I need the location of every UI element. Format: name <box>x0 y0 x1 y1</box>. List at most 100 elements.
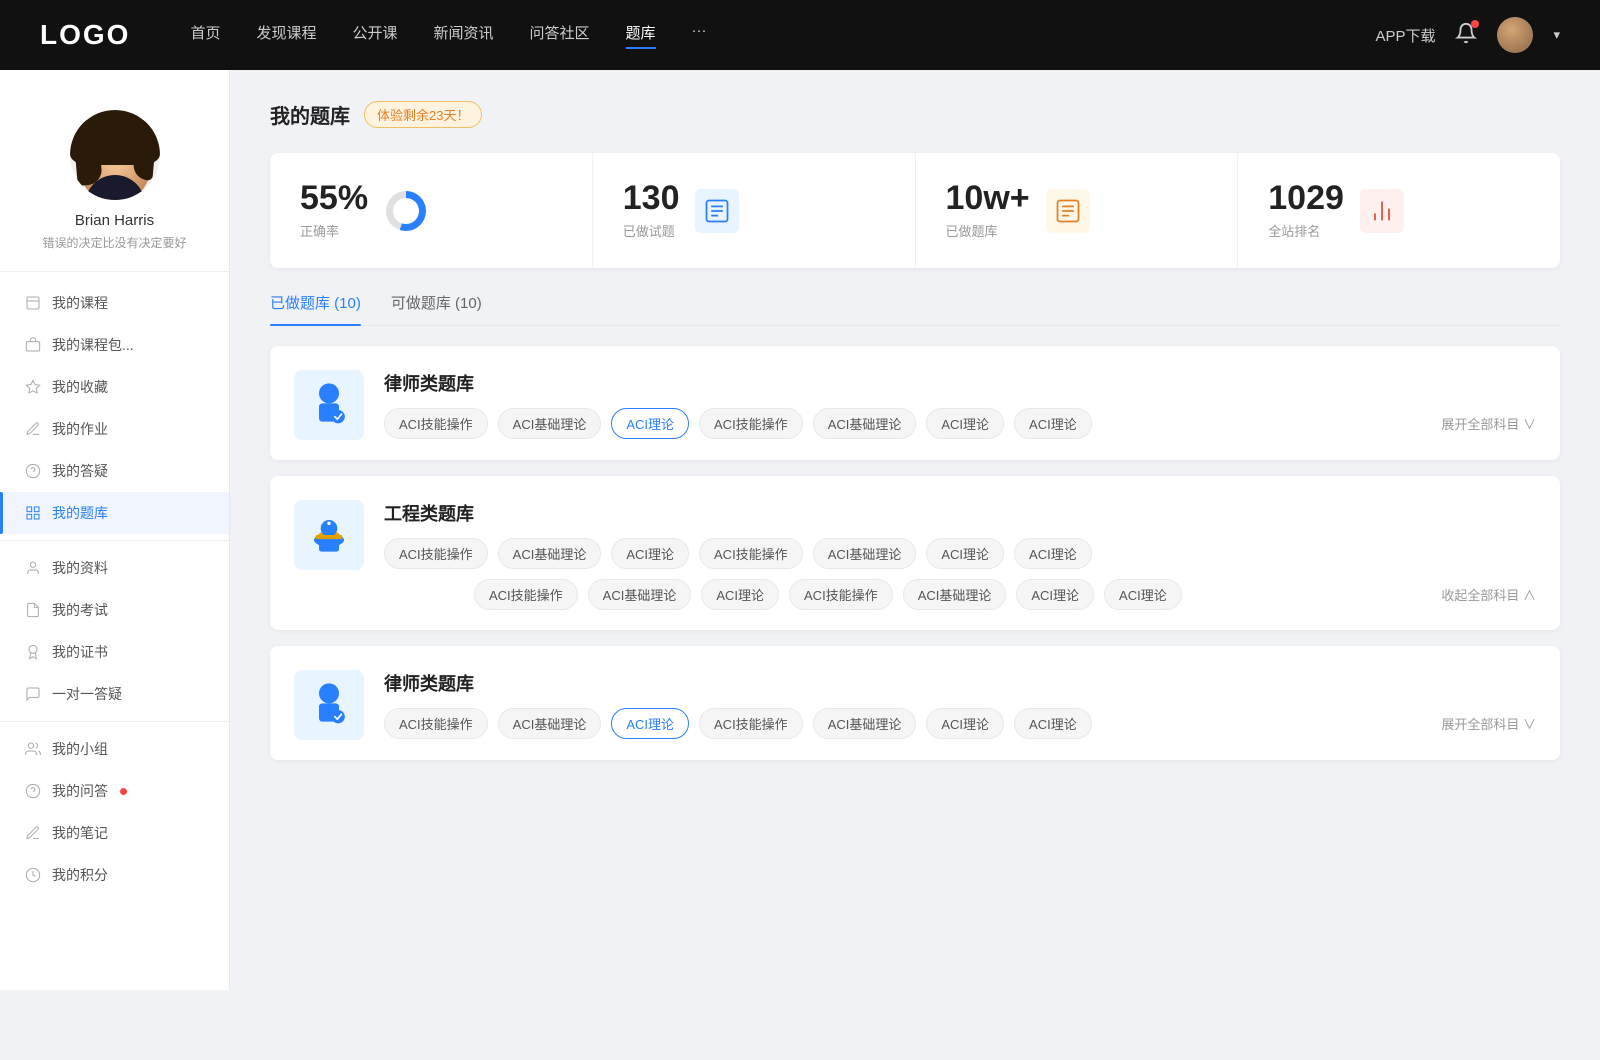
stat-done-banks: 10w+ 已做题库 <box>916 153 1239 268</box>
quiz-tag[interactable]: ACI基础理论 <box>813 538 917 569</box>
nav-home[interactable]: 首页 <box>190 22 220 49</box>
avatar-button[interactable] <box>1497 17 1533 53</box>
navbar: LOGO 首页 发现课程 公开课 新闻资讯 问答社区 题库 ··· APP下载 … <box>0 0 1600 70</box>
quiz-tag[interactable]: ACI理论 <box>1014 408 1092 439</box>
accuracy-icon <box>384 189 428 233</box>
quiz-tag[interactable]: ACI理论 <box>926 408 1004 439</box>
quiz-bank-name-2: 律师类题库 <box>384 670 1536 696</box>
quiz-tag[interactable]: ACI理论 <box>1014 538 1092 569</box>
quiz-tag[interactable]: ACI技能操作 <box>699 708 803 739</box>
stat-ranking-value: 1029 <box>1268 181 1344 215</box>
tabs-row: 已做题库 (10) 可做题库 (10) <box>270 292 1560 326</box>
sidebar-item-homework[interactable]: 我的作业 <box>0 408 229 450</box>
notification-dot <box>1471 20 1479 28</box>
nav-qa[interactable]: 问答社区 <box>530 22 590 49</box>
quiz-bank-icon-2 <box>294 670 364 740</box>
stat-ranking-label: 全站排名 <box>1268 221 1344 240</box>
quiz-tag[interactable]: ACI技能操作 <box>699 538 803 569</box>
nav-opencourse[interactable]: 公开课 <box>352 22 397 49</box>
collapse-link-1[interactable]: 收起全部科目 ∧ <box>1441 585 1536 604</box>
nav-more[interactable]: ··· <box>692 22 707 49</box>
points-icon <box>24 866 42 884</box>
trial-badge: 体验剩余23天！ <box>364 101 482 128</box>
page-title: 我的题库 <box>270 100 350 129</box>
ranking-icon <box>1360 189 1404 233</box>
stats-row: 55% 正确率 130 已做试题 <box>270 153 1560 268</box>
quiz-tag[interactable]: ACI理论 <box>701 579 779 610</box>
expand-link-0[interactable]: 展开全部科目 ∨ <box>1441 414 1536 433</box>
navbar-right: APP下载 ▾ <box>1375 17 1560 53</box>
stat-done-questions: 130 已做试题 <box>593 153 916 268</box>
tab-done-banks[interactable]: 已做题库 (10) <box>270 292 361 325</box>
quiz-tag[interactable]: ACI技能操作 <box>699 408 803 439</box>
quiz-tag[interactable]: ACI技能操作 <box>384 708 488 739</box>
quiz-tag[interactable]: ACI技能操作 <box>474 579 578 610</box>
sidebar-username: Brian Harris <box>0 212 229 229</box>
sidebar-item-profile[interactable]: 我的资料 <box>0 547 229 589</box>
exam-icon <box>24 601 42 619</box>
quiz-tag[interactable]: ACI理论 <box>926 538 1004 569</box>
nav-discover[interactable]: 发现课程 <box>256 22 316 49</box>
quiz-tag[interactable]: ACI理论 <box>1016 579 1094 610</box>
package-icon <box>24 336 42 354</box>
quiz-tag[interactable]: ACI基础理论 <box>813 708 917 739</box>
sidebar-item-points[interactable]: 我的积分 <box>0 854 229 896</box>
chat-icon <box>24 685 42 703</box>
stat-accuracy-value: 55% <box>300 181 368 215</box>
quiz-tag-active[interactable]: ACI理论 <box>611 708 689 739</box>
sidebar-item-favorites[interactable]: 我的收藏 <box>0 366 229 408</box>
quiz-bank-icon-0 <box>294 370 364 440</box>
quiz-icon <box>24 504 42 522</box>
quiz-tag[interactable]: ACI理论 <box>1104 579 1182 610</box>
quiz-tag[interactable]: ACI基础理论 <box>903 579 1007 610</box>
profile-icon <box>24 559 42 577</box>
quiz-tag[interactable]: ACI理论 <box>926 708 1004 739</box>
quiz-bank-tags-0: ACI技能操作 ACI基础理论 ACI理论 ACI技能操作 ACI基础理论 AC… <box>384 408 1536 439</box>
star-icon <box>24 378 42 396</box>
sidebar-item-quiz-bank[interactable]: 我的题库 <box>0 492 229 534</box>
sidebar-item-exam[interactable]: 我的考试 <box>0 589 229 631</box>
nav-quiz[interactable]: 题库 <box>626 22 656 49</box>
stat-done-questions-value: 130 <box>623 181 680 215</box>
qa-icon <box>24 782 42 800</box>
sidebar-item-course-packages[interactable]: 我的课程包... <box>0 324 229 366</box>
expand-link-2[interactable]: 展开全部科目 ∨ <box>1441 714 1536 733</box>
quiz-bank-name-1: 工程类题库 <box>384 500 1536 526</box>
sidebar-item-my-courses[interactable]: 我的课程 <box>0 282 229 324</box>
quiz-tag-active[interactable]: ACI理论 <box>611 408 689 439</box>
notification-bell-button[interactable] <box>1455 22 1477 49</box>
quiz-bank-tags-1: ACI技能操作 ACI基础理论 ACI理论 ACI技能操作 ACI基础理论 AC… <box>384 538 1536 569</box>
sidebar: Brian Harris 错误的决定比没有决定要好 我的课程 我的课程包... <box>0 70 230 990</box>
sidebar-profile: Brian Harris 错误的决定比没有决定要好 <box>0 90 229 272</box>
stat-done-questions-label: 已做试题 <box>623 221 680 240</box>
quiz-tag[interactable]: ACI技能操作 <box>789 579 893 610</box>
homework-icon <box>24 420 42 438</box>
sidebar-item-certificate[interactable]: 我的证书 <box>0 631 229 673</box>
quiz-tag[interactable]: ACI技能操作 <box>384 538 488 569</box>
logo: LOGO <box>40 19 130 51</box>
quiz-tag[interactable]: ACI基础理论 <box>498 708 602 739</box>
sidebar-item-one-on-one[interactable]: 一对一答疑 <box>0 673 229 715</box>
quiz-tag[interactable]: ACI理论 <box>611 538 689 569</box>
quiz-tag[interactable]: ACI理论 <box>1014 708 1092 739</box>
quiz-tag[interactable]: ACI基础理论 <box>813 408 917 439</box>
page-header: 我的题库 体验剩余23天！ <box>270 100 1560 129</box>
sidebar-item-qa[interactable]: 我的答疑 <box>0 450 229 492</box>
quiz-tag[interactable]: ACI基础理论 <box>498 408 602 439</box>
avatar <box>70 110 160 200</box>
stat-done-banks-label: 已做题库 <box>946 221 1030 240</box>
quiz-tag[interactable]: ACI基础理论 <box>588 579 692 610</box>
sidebar-item-groups[interactable]: 我的小组 <box>0 728 229 770</box>
sidebar-item-notes[interactable]: 我的笔记 <box>0 812 229 854</box>
done-banks-icon <box>1046 189 1090 233</box>
nav-news[interactable]: 新闻资讯 <box>434 22 494 49</box>
quiz-tag[interactable]: ACI技能操作 <box>384 408 488 439</box>
sidebar-item-my-qa[interactable]: 我的问答 <box>0 770 229 812</box>
app-download-button[interactable]: APP下载 <box>1375 25 1435 46</box>
tab-available-banks[interactable]: 可做题库 (10) <box>391 292 482 325</box>
quiz-bank-card-1: 工程类题库 ACI技能操作 ACI基础理论 ACI理论 ACI技能操作 ACI基… <box>270 476 1560 630</box>
nav-links: 首页 发现课程 公开课 新闻资讯 问答社区 题库 ··· <box>190 22 1375 49</box>
quiz-tag[interactable]: ACI基础理论 <box>498 538 602 569</box>
sidebar-motto: 错误的决定比没有决定要好 <box>0 234 229 251</box>
avatar-dropdown-button[interactable]: ▾ <box>1553 27 1560 43</box>
